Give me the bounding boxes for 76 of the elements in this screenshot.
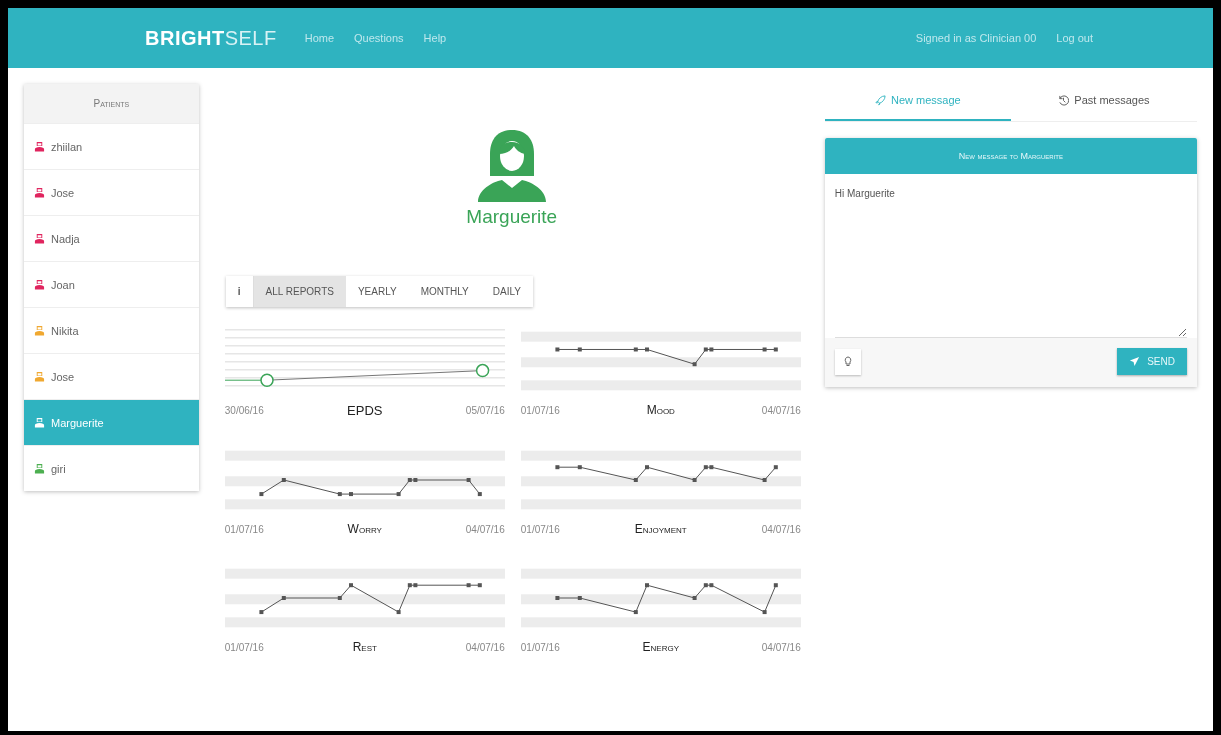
data-point — [577, 596, 582, 600]
paper-plane-icon — [1129, 356, 1141, 367]
start-date: 01/07/16 — [224, 523, 264, 535]
start-date: 01/07/16 — [520, 404, 560, 416]
info-button[interactable]: i — [225, 276, 254, 307]
chart-title: Energy — [642, 640, 679, 654]
report-tab[interactable]: MONTHLY — [408, 276, 481, 307]
patient-item[interactable]: Joan — [24, 261, 199, 307]
data-point — [644, 347, 649, 352]
signed-in-label: Signed in as Clinician 00 — [915, 32, 1037, 44]
data-point — [260, 373, 274, 387]
data-point — [773, 583, 778, 588]
data-point — [281, 596, 286, 600]
end-date: 05/07/16 — [465, 405, 505, 416]
data-point — [773, 347, 778, 352]
data-point — [466, 478, 471, 482]
rocket-icon — [874, 94, 886, 106]
data-point — [762, 610, 767, 615]
patient-item[interactable]: Nikita — [24, 307, 199, 353]
data-point — [396, 492, 401, 497]
data-point — [762, 347, 767, 352]
message-tab[interactable]: Past messages — [1010, 84, 1197, 121]
data-point — [466, 583, 471, 588]
data-point — [337, 596, 342, 600]
data-point — [773, 465, 778, 470]
data-point — [348, 492, 353, 497]
start-date: 01/07/16 — [224, 641, 264, 653]
data-point — [633, 347, 638, 352]
report-tab[interactable]: ALL REPORTS — [253, 276, 346, 307]
data-point — [555, 596, 560, 600]
patients-title: Patients — [24, 84, 199, 123]
data-point — [337, 492, 342, 497]
data-point — [633, 610, 638, 615]
start-date: 01/07/16 — [520, 641, 560, 653]
data-point — [577, 465, 582, 470]
data-point — [477, 492, 482, 497]
patient-item[interactable]: Jose — [24, 169, 199, 215]
start-date: 01/07/16 — [520, 523, 560, 535]
chart-title: Rest — [352, 640, 377, 654]
start-date: 30/06/16 — [224, 405, 264, 416]
end-date: 04/07/16 — [465, 523, 505, 535]
data-point — [692, 478, 697, 482]
data-point — [633, 478, 638, 482]
report-tab[interactable]: YEARLY — [345, 276, 409, 307]
patient-name: Marguerite — [466, 206, 558, 228]
chart-title: Worry — [347, 522, 382, 536]
end-date: 04/07/16 — [761, 523, 801, 535]
data-point — [644, 583, 649, 588]
end-date: 04/07/16 — [761, 641, 801, 653]
data-point — [348, 583, 353, 588]
patient-item[interactable]: Nadja — [24, 215, 199, 261]
data-point — [555, 347, 560, 352]
history-icon — [1058, 94, 1070, 106]
data-point — [644, 465, 649, 470]
data-point — [577, 347, 582, 352]
chart-title: Mood — [646, 403, 675, 417]
message-header: New message to Marguerite — [824, 138, 1197, 174]
patient-item[interactable]: giri — [24, 445, 199, 491]
data-point — [555, 465, 560, 470]
data-point — [477, 583, 482, 588]
data-point — [259, 610, 264, 615]
patient-item[interactable]: zhiilan — [24, 123, 199, 169]
data-point — [259, 492, 264, 497]
lightbulb-icon — [843, 356, 852, 367]
data-point — [762, 478, 767, 482]
data-point — [692, 596, 697, 600]
data-point — [396, 610, 401, 615]
report-tab[interactable]: DAILY — [480, 276, 533, 307]
chart-title: EPDS — [347, 403, 383, 418]
data-point — [692, 362, 697, 367]
chart-title: Enjoyment — [634, 522, 687, 536]
end-date: 04/07/16 — [761, 404, 801, 416]
hint-button[interactable] — [834, 348, 861, 375]
data-point — [475, 363, 490, 378]
data-point — [281, 478, 286, 482]
end-date: 04/07/16 — [465, 641, 505, 653]
